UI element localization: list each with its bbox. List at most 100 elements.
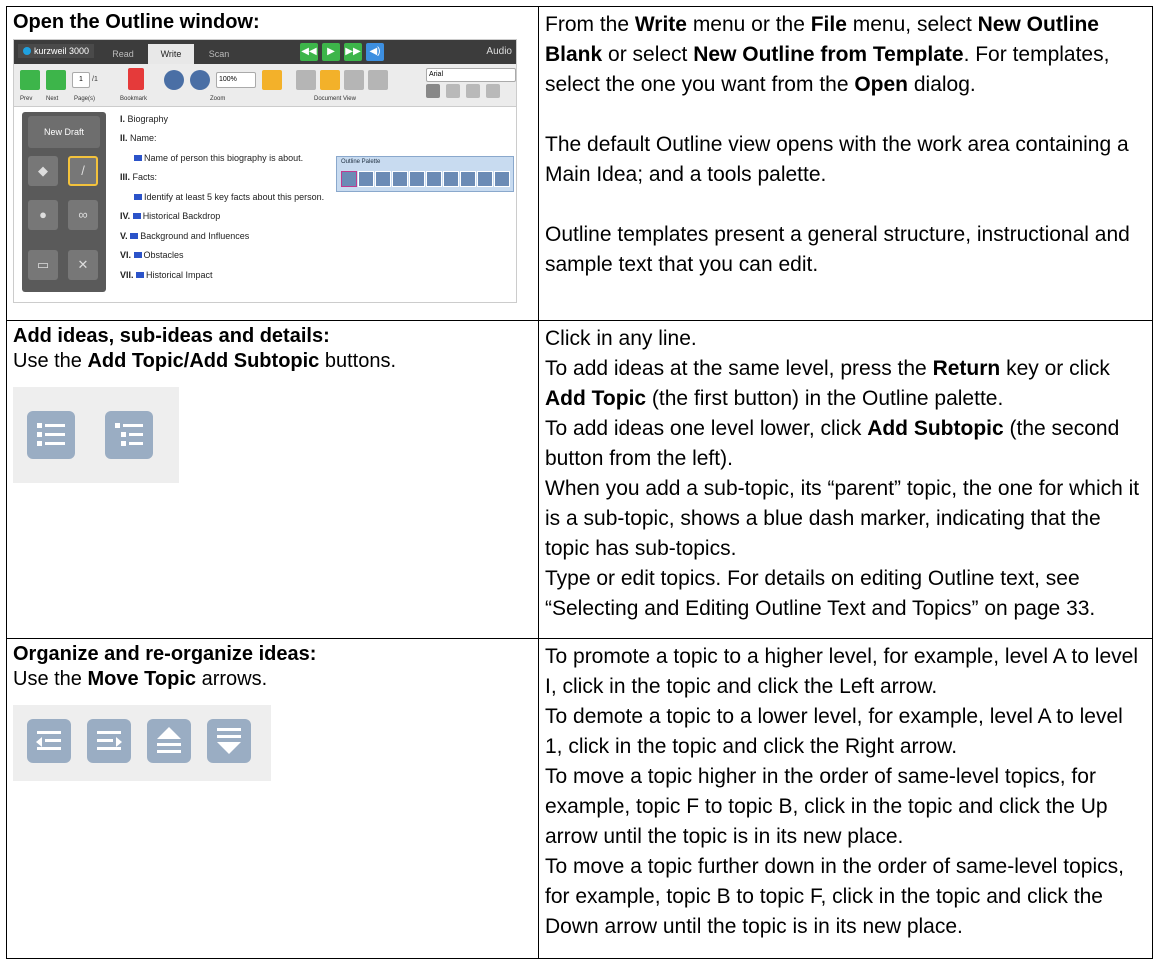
delete-icon[interactable] [460,170,476,187]
right-cell-add-ideas: Click in any line. To add ideas at the s… [538,320,1153,639]
outline-line[interactable]: VI. Obstacles [120,250,184,260]
kurzweil-logo: kurzweil 3000 [18,43,95,58]
right-cell-organize-ideas: To promote a topic to a higher level, fo… [538,638,1153,959]
outline-line[interactable]: II. Name: [120,133,157,143]
volume-icon[interactable]: ◀) [366,42,384,61]
organize-step-3: To move a topic higher in the order of s… [545,765,1108,848]
monitor-icon[interactable] [344,69,364,90]
move-up-icon[interactable] [409,170,425,187]
microphone-icon[interactable]: ● [28,199,58,230]
tab-scan[interactable]: Scan [196,44,242,64]
outline-number: VII. [120,269,137,280]
next-icon[interactable] [46,69,66,90]
outline-line[interactable]: V. Background and Influences [120,231,249,241]
templates-paragraph: Outline templates present a general stru… [545,223,1130,276]
align-center-icon[interactable] [446,83,460,98]
zoom-select[interactable]: 100% [216,71,256,88]
table-row-organize-ideas: Organize and re-organize ideas: Use the … [6,638,1153,959]
subtopic-marker-icon [130,232,139,239]
move-topic-icon-strip [13,705,271,781]
zoom-in-icon[interactable] [164,69,184,90]
palette-title: Outline Palette [341,158,381,165]
page-field[interactable]: 1 [72,71,90,88]
layout-icon[interactable] [262,69,282,90]
audio-label: Audio [486,45,512,57]
document-icon[interactable] [368,69,388,90]
highlight-icon[interactable] [320,69,340,90]
outline-line[interactable]: I. Biography [120,114,168,124]
fast-forward-icon[interactable]: ▶▶ [344,42,362,61]
prev-label: Prev [20,95,33,102]
add-ideas-step-3: To add ideas one level lower, click Add … [545,417,1120,470]
tab-read[interactable]: Read [100,44,146,64]
organize-instruction: Use the Move Topic arrows. [13,667,268,690]
align-left-icon[interactable] [426,83,440,98]
move-down-icon[interactable] [207,719,251,763]
close-icon[interactable]: ✕ [68,249,98,280]
outline-line[interactable]: VII. Historical Impact [120,270,213,280]
subtopic-marker-icon [134,193,142,200]
export-icon[interactable] [494,170,510,187]
left-cell-open-outline: Open the Outline window: kurzweil 3000 R… [6,6,539,321]
outline-line-text: Background and Influences [140,230,250,241]
outline-number: IV. [120,211,133,221]
organize-step-4: To move a topic further down in the orde… [545,855,1124,938]
pages-label: Page(s) [74,95,96,102]
move-left-icon[interactable] [375,170,391,187]
right-cell-open-outline: From the Write menu or the File menu, se… [538,6,1153,321]
outline-number: I. [120,113,128,124]
table-row-add-ideas: Add ideas, sub-ideas and details: Use th… [6,320,1153,639]
page-total: /1 [92,75,98,83]
align-right-icon[interactable] [466,83,480,98]
move-left-icon[interactable] [27,719,71,763]
zoom-out-icon[interactable] [190,69,210,90]
outline-view-icon[interactable] [477,170,493,187]
eraser-icon[interactable]: ◆ [28,155,58,186]
organize-step-2: To demote a topic to a lower level, for … [545,705,1123,758]
outline-number: II. [120,133,131,143]
outline-line-text: Biography [127,113,169,124]
add-ideas-step-4: When you add a sub-topic, its “parent” t… [545,477,1140,560]
font-select[interactable]: Arial [426,67,516,82]
outline-line[interactable]: IV. Historical Backdrop [120,211,220,221]
outline-number: III. [120,172,133,182]
keyboard-icon[interactable]: ▭ [28,249,58,280]
add-subtopic-icon[interactable] [105,411,153,459]
outline-line-text: Historical Backdrop [142,211,221,221]
new-draft-button[interactable]: New Draft [28,115,100,148]
left-cell-add-ideas: Add ideas, sub-ideas and details: Use th… [6,320,539,639]
outline-line-text: Name: [130,133,157,143]
move-up-icon[interactable] [147,719,191,763]
play-icon[interactable]: ▶ [322,42,340,61]
outline-number: V. [120,230,131,241]
zoom-label: Zoom [210,95,226,102]
tab-write[interactable]: Write [148,43,194,64]
align-justify-icon[interactable] [486,83,500,98]
instructions-table: Open the Outline window: kurzweil 3000 R… [6,6,1153,959]
outline-line-text: Name of person this biography is about. [144,152,304,163]
subtopic-marker-icon [132,213,141,219]
add-subtopic-icon[interactable] [358,170,374,187]
add-topic-icon[interactable] [27,411,75,459]
move-down-icon[interactable] [426,170,442,187]
outline-line-text: Obstacles [143,250,184,260]
bookmark-icon[interactable] [128,67,144,90]
open-outline-paragraph: From the Write menu or the File menu, se… [545,13,1110,96]
add-topic-icon[interactable] [341,170,357,187]
outline-line[interactable]: III. Facts: [120,172,157,182]
left-cell-organize-ideas: Organize and re-organize ideas: Use the … [6,638,539,959]
link-icon[interactable]: ∞ [68,199,98,230]
prev-icon[interactable] [20,69,40,90]
move-right-icon[interactable] [87,719,131,763]
rewind-icon[interactable]: ◀◀ [300,42,318,61]
move-right-icon[interactable] [392,170,408,187]
outline-line[interactable]: Identify at least 5 key facts about this… [134,192,324,202]
lightbulb-icon[interactable] [296,69,316,90]
organize-step-1: To promote a topic to a higher level, fo… [545,645,1138,698]
bookmark-label: Bookmark [120,95,148,102]
kurzweil-screenshot: kurzweil 3000 Read Write Scan ◀◀ ▶ ▶▶ ◀)… [13,38,517,303]
pen-icon[interactable]: / [68,155,98,186]
subtopic-marker-icon [133,252,142,258]
outline-line[interactable]: Name of person this biography is about. [134,153,303,163]
edit-icon[interactable] [443,170,459,187]
